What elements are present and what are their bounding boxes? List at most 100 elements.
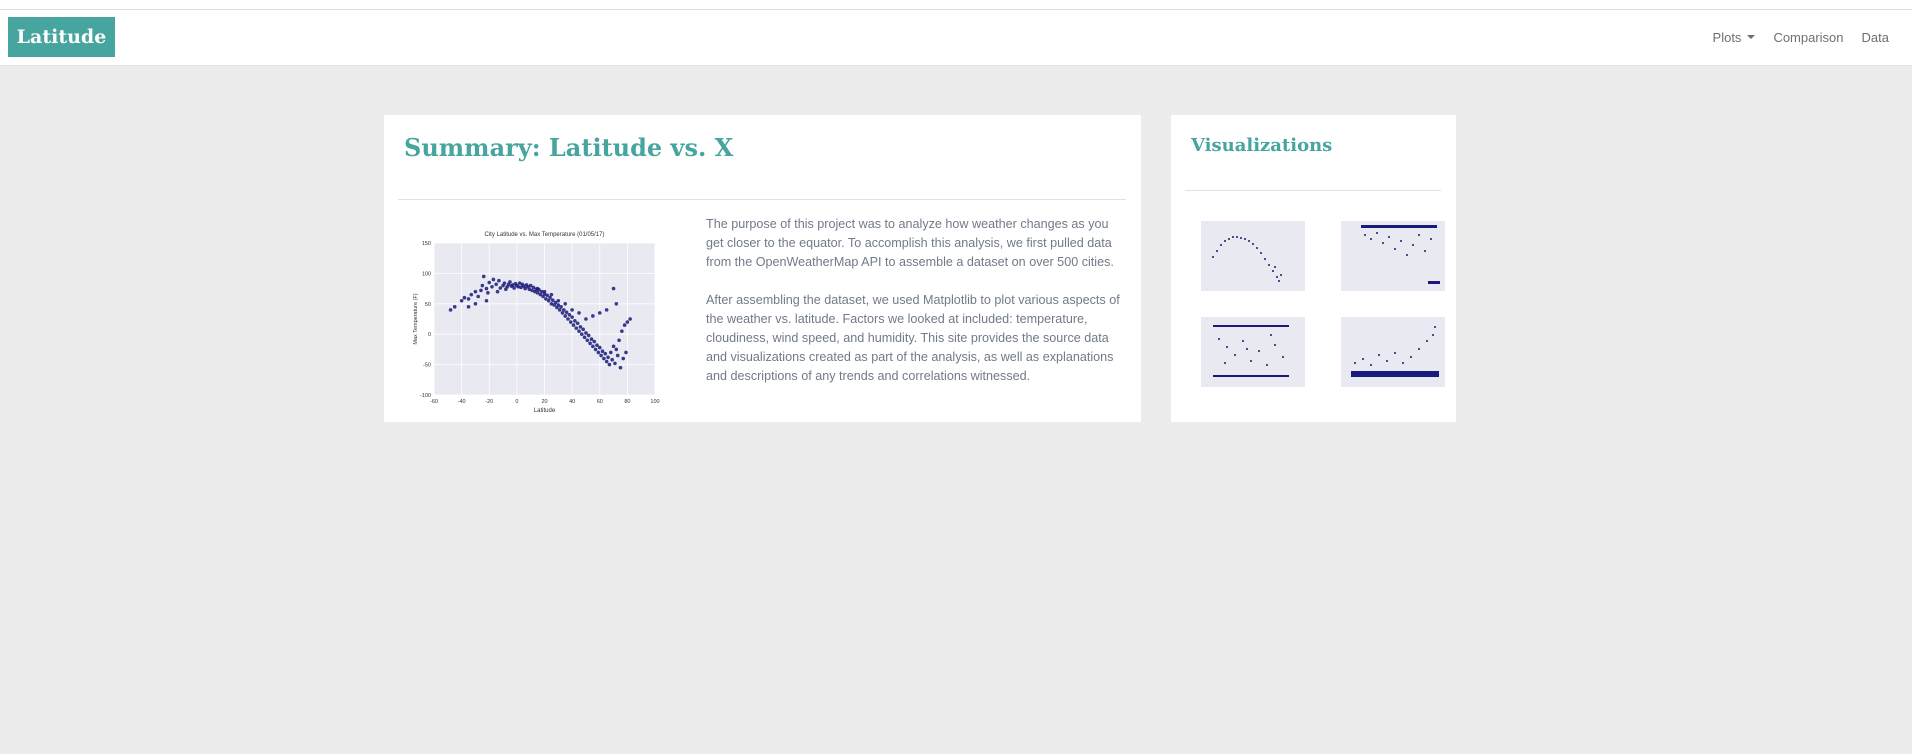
data-point [622, 323, 627, 327]
data-point [624, 350, 628, 355]
data-point [615, 353, 620, 358]
data-point [604, 359, 609, 364]
data-point [570, 315, 574, 319]
nav-plots-dropdown[interactable]: Plots [1713, 30, 1756, 45]
summary-divider [398, 199, 1126, 200]
data-point [607, 362, 612, 367]
latitude-temperature-chart[interactable]: -60 -40 -20 0 20 40 60 80 100 -100 -50 0 50 100 150 Cit… [409, 225, 665, 417]
data-point [593, 347, 598, 352]
chevron-down-icon [1747, 34, 1756, 39]
data-point [494, 282, 498, 287]
x-tick-label: 80 [624, 399, 630, 405]
summary-paragraph-1: The purpose of this project was to analy… [706, 217, 1114, 269]
data-point [508, 280, 512, 284]
x-tick-label: -60 [430, 399, 438, 405]
data-point [495, 289, 500, 294]
data-point [473, 289, 478, 294]
data-point [591, 314, 595, 318]
data-point [448, 308, 453, 312]
brand-logo[interactable]: Latitude [8, 17, 115, 57]
data-point [577, 329, 581, 333]
navbar: Latitude Plots Comparison Data [0, 10, 1912, 66]
data-point [481, 274, 486, 279]
data-point [567, 312, 572, 317]
data-point [498, 286, 503, 290]
data-point [562, 308, 566, 312]
data-point [584, 317, 588, 321]
data-point [563, 302, 568, 306]
data-point [611, 344, 616, 349]
nav-comparison-link[interactable]: Comparison [1773, 30, 1843, 45]
data-point [595, 343, 599, 347]
x-axis-label: Latitude [534, 408, 556, 414]
data-point [480, 283, 485, 288]
data-point [617, 338, 621, 343]
data-point [566, 317, 570, 321]
x-tick-label: 100 [650, 399, 659, 405]
visualizations-title: Visualizations [1191, 135, 1333, 156]
data-point [609, 350, 613, 355]
data-point [484, 298, 489, 303]
summary-panel: Summary: Latitude vs. X -60 -40 -20 0 20 40 60… [384, 115, 1141, 422]
y-tick-label: 150 [422, 241, 431, 247]
x-tick-label: 60 [597, 399, 603, 405]
data-point [578, 325, 583, 329]
data-point [597, 311, 602, 315]
data-point [625, 320, 630, 324]
chart-title: City Latitude vs. Max Temperature (01/05… [485, 232, 605, 238]
x-tick-label: -40 [458, 399, 466, 405]
data-point [603, 351, 608, 356]
visualizations-panel: Visualizations [1171, 115, 1456, 422]
thumbnail-wind-speed-plot[interactable] [1325, 311, 1451, 397]
nav-plots-label: Plots [1712, 30, 1742, 45]
data-point [575, 321, 580, 326]
nav-data-link[interactable]: Data [1862, 30, 1889, 45]
data-point [597, 345, 602, 350]
data-point [568, 320, 573, 324]
data-point [610, 357, 614, 362]
top-border [0, 0, 1912, 10]
data-point [549, 292, 554, 297]
data-point [473, 302, 478, 306]
data-point [570, 308, 574, 312]
data-point [620, 329, 624, 333]
nav-links: Plots Comparison Data [1713, 10, 1889, 65]
data-point [604, 308, 609, 312]
data-point [611, 286, 616, 291]
data-point [614, 302, 619, 306]
data-point [584, 331, 588, 335]
data-point [559, 305, 563, 309]
data-point [606, 355, 610, 360]
data-point [591, 344, 595, 349]
data-point [497, 278, 501, 283]
thumbnail-humidity-plot[interactable] [1325, 215, 1451, 301]
y-axis-label: Max Temperature (F) [413, 293, 419, 344]
x-tick-label: 0 [515, 399, 518, 405]
y-tick-label: 100 [422, 271, 431, 277]
x-tick-label: 20 [541, 399, 547, 405]
data-point [490, 284, 494, 289]
data-point [571, 323, 576, 327]
data-point [469, 292, 474, 297]
data-point [550, 298, 555, 302]
data-point [577, 311, 581, 315]
data-point [613, 361, 617, 366]
data-point [542, 289, 547, 294]
data-point [602, 356, 606, 361]
data-point [459, 298, 464, 303]
thumbnail-temperature-plot[interactable] [1185, 215, 1311, 301]
data-point [479, 288, 483, 293]
data-point [556, 298, 561, 303]
data-point [599, 353, 603, 358]
y-tick-label: 0 [428, 332, 431, 338]
data-point [614, 347, 619, 352]
data-point [512, 286, 516, 290]
data-point [600, 349, 605, 354]
data-point [588, 341, 592, 346]
data-point [486, 291, 490, 295]
data-point [452, 305, 457, 309]
y-tick-label: 50 [425, 302, 431, 308]
visualizations-divider [1185, 190, 1441, 191]
data-point [535, 286, 540, 291]
thumbnail-cloudiness-plot[interactable] [1185, 311, 1311, 397]
